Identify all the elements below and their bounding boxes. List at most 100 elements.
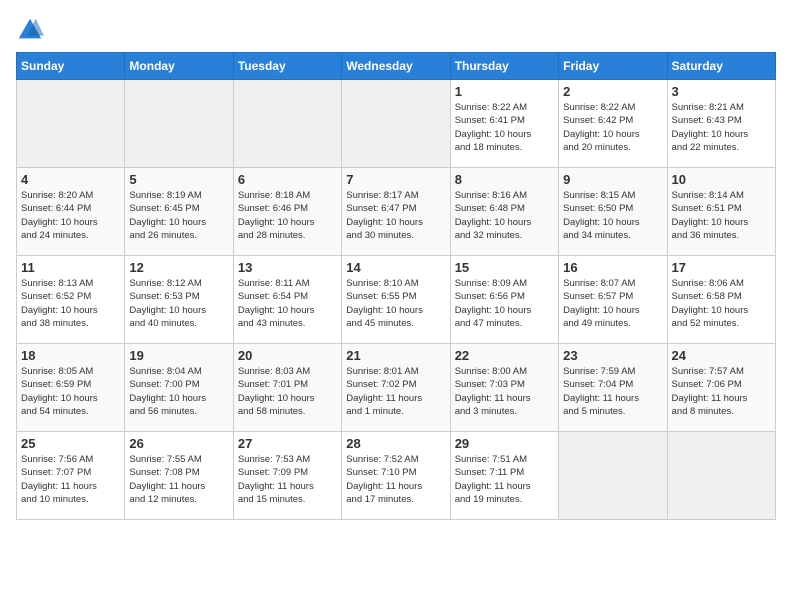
day-info: Sunrise: 8:15 AM Sunset: 6:50 PM Dayligh… <box>563 189 662 242</box>
day-cell: 29 Sunrise: 7:51 AM Sunset: 7:11 PM Dayli… <box>450 432 558 520</box>
day-number: 7 <box>346 172 445 187</box>
day-cell: 22 Sunrise: 8:00 AM Sunset: 7:03 PM Dayli… <box>450 344 558 432</box>
day-number: 23 <box>563 348 662 363</box>
day-number: 4 <box>21 172 120 187</box>
day-info: Sunrise: 8:21 AM Sunset: 6:43 PM Dayligh… <box>672 101 771 154</box>
day-number: 18 <box>21 348 120 363</box>
day-info: Sunrise: 8:01 AM Sunset: 7:02 PM Dayligh… <box>346 365 445 418</box>
day-cell <box>559 432 667 520</box>
calendar-header-row: SundayMondayTuesdayWednesdayThursdayFrid… <box>17 53 776 80</box>
day-cell: 2 Sunrise: 8:22 AM Sunset: 6:42 PM Daylig… <box>559 80 667 168</box>
day-cell: 13 Sunrise: 8:11 AM Sunset: 6:54 PM Dayli… <box>233 256 341 344</box>
day-info: Sunrise: 8:07 AM Sunset: 6:57 PM Dayligh… <box>563 277 662 330</box>
day-cell: 11Sunrise: 8:13 AM Sunset: 6:52 PM Dayli… <box>17 256 125 344</box>
day-cell: 18 Sunrise: 8:05 AM Sunset: 6:59 PM Dayli… <box>17 344 125 432</box>
day-cell: 28 Sunrise: 7:52 AM Sunset: 7:10 PM Dayli… <box>342 432 450 520</box>
day-info: Sunrise: 8:03 AM Sunset: 7:01 PM Dayligh… <box>238 365 337 418</box>
day-info: Sunrise: 8:10 AM Sunset: 6:55 PM Dayligh… <box>346 277 445 330</box>
week-row-3: 11Sunrise: 8:13 AM Sunset: 6:52 PM Dayli… <box>17 256 776 344</box>
day-cell: 20Sunrise: 8:03 AM Sunset: 7:01 PM Dayli… <box>233 344 341 432</box>
day-cell: 4 Sunrise: 8:20 AM Sunset: 6:44 PM Daylig… <box>17 168 125 256</box>
day-number: 8 <box>455 172 554 187</box>
day-info: Sunrise: 7:53 AM Sunset: 7:09 PM Dayligh… <box>238 453 337 506</box>
day-number: 5 <box>129 172 228 187</box>
day-cell: 9 Sunrise: 8:15 AM Sunset: 6:50 PM Daylig… <box>559 168 667 256</box>
day-number: 12 <box>129 260 228 275</box>
day-info: Sunrise: 8:16 AM Sunset: 6:48 PM Dayligh… <box>455 189 554 242</box>
day-info: Sunrise: 8:06 AM Sunset: 6:58 PM Dayligh… <box>672 277 771 330</box>
day-number: 27 <box>238 436 337 451</box>
day-number: 6 <box>238 172 337 187</box>
day-info: Sunrise: 7:55 AM Sunset: 7:08 PM Dayligh… <box>129 453 228 506</box>
day-info: Sunrise: 8:17 AM Sunset: 6:47 PM Dayligh… <box>346 189 445 242</box>
day-cell: 12 Sunrise: 8:12 AM Sunset: 6:53 PM Dayli… <box>125 256 233 344</box>
calendar-table: SundayMondayTuesdayWednesdayThursdayFrid… <box>16 52 776 520</box>
day-info: Sunrise: 7:52 AM Sunset: 7:10 PM Dayligh… <box>346 453 445 506</box>
day-info: Sunrise: 8:22 AM Sunset: 6:42 PM Dayligh… <box>563 101 662 154</box>
day-number: 26 <box>129 436 228 451</box>
logo <box>16 16 48 44</box>
day-number: 1 <box>455 84 554 99</box>
day-info: Sunrise: 7:51 AM Sunset: 7:11 PM Dayligh… <box>455 453 554 506</box>
day-number: 14 <box>346 260 445 275</box>
day-info: Sunrise: 8:18 AM Sunset: 6:46 PM Dayligh… <box>238 189 337 242</box>
day-info: Sunrise: 8:00 AM Sunset: 7:03 PM Dayligh… <box>455 365 554 418</box>
day-number: 15 <box>455 260 554 275</box>
day-info: Sunrise: 7:59 AM Sunset: 7:04 PM Dayligh… <box>563 365 662 418</box>
day-cell <box>342 80 450 168</box>
header-cell-wednesday: Wednesday <box>342 53 450 80</box>
day-info: Sunrise: 8:14 AM Sunset: 6:51 PM Dayligh… <box>672 189 771 242</box>
week-row-2: 4 Sunrise: 8:20 AM Sunset: 6:44 PM Daylig… <box>17 168 776 256</box>
day-cell: 3 Sunrise: 8:21 AM Sunset: 6:43 PM Daylig… <box>667 80 775 168</box>
day-number: 19 <box>129 348 228 363</box>
week-row-5: 25 Sunrise: 7:56 AM Sunset: 7:07 PM Dayli… <box>17 432 776 520</box>
day-number: 22 <box>455 348 554 363</box>
day-cell: 23 Sunrise: 7:59 AM Sunset: 7:04 PM Dayli… <box>559 344 667 432</box>
day-cell: 10 Sunrise: 8:14 AM Sunset: 6:51 PM Dayli… <box>667 168 775 256</box>
day-cell <box>17 80 125 168</box>
day-cell: 17 Sunrise: 8:06 AM Sunset: 6:58 PM Dayli… <box>667 256 775 344</box>
day-info: Sunrise: 8:22 AM Sunset: 6:41 PM Dayligh… <box>455 101 554 154</box>
day-info: Sunrise: 8:09 AM Sunset: 6:56 PM Dayligh… <box>455 277 554 330</box>
day-info: Sunrise: 8:04 AM Sunset: 7:00 PM Dayligh… <box>129 365 228 418</box>
day-cell: 14 Sunrise: 8:10 AM Sunset: 6:55 PM Dayli… <box>342 256 450 344</box>
day-number: 25 <box>21 436 120 451</box>
day-number: 3 <box>672 84 771 99</box>
day-cell: 16 Sunrise: 8:07 AM Sunset: 6:57 PM Dayli… <box>559 256 667 344</box>
day-number: 16 <box>563 260 662 275</box>
day-number: 9 <box>563 172 662 187</box>
day-number: 2 <box>563 84 662 99</box>
day-info: Sunrise: 8:11 AM Sunset: 6:54 PM Dayligh… <box>238 277 337 330</box>
header-cell-saturday: Saturday <box>667 53 775 80</box>
day-cell <box>233 80 341 168</box>
day-cell: 5Sunrise: 8:19 AM Sunset: 6:45 PM Daylig… <box>125 168 233 256</box>
day-number: 11 <box>21 260 120 275</box>
day-info: Sunrise: 8:20 AM Sunset: 6:44 PM Dayligh… <box>21 189 120 242</box>
header-cell-tuesday: Tuesday <box>233 53 341 80</box>
header-cell-sunday: Sunday <box>17 53 125 80</box>
day-cell: 8 Sunrise: 8:16 AM Sunset: 6:48 PM Daylig… <box>450 168 558 256</box>
day-cell <box>667 432 775 520</box>
day-number: 10 <box>672 172 771 187</box>
day-number: 13 <box>238 260 337 275</box>
week-row-4: 18 Sunrise: 8:05 AM Sunset: 6:59 PM Dayli… <box>17 344 776 432</box>
day-cell: 24Sunrise: 7:57 AM Sunset: 7:06 PM Dayli… <box>667 344 775 432</box>
day-number: 21 <box>346 348 445 363</box>
day-cell: 21 Sunrise: 8:01 AM Sunset: 7:02 PM Dayli… <box>342 344 450 432</box>
day-cell: 19 Sunrise: 8:04 AM Sunset: 7:00 PM Dayli… <box>125 344 233 432</box>
day-cell: 26 Sunrise: 7:55 AM Sunset: 7:08 PM Dayli… <box>125 432 233 520</box>
logo-icon <box>16 16 44 44</box>
header-cell-friday: Friday <box>559 53 667 80</box>
day-info: Sunrise: 8:12 AM Sunset: 6:53 PM Dayligh… <box>129 277 228 330</box>
week-row-1: 1 Sunrise: 8:22 AM Sunset: 6:41 PM Daylig… <box>17 80 776 168</box>
day-cell: 27 Sunrise: 7:53 AM Sunset: 7:09 PM Dayli… <box>233 432 341 520</box>
day-cell: 7 Sunrise: 8:17 AM Sunset: 6:47 PM Daylig… <box>342 168 450 256</box>
day-info: Sunrise: 7:56 AM Sunset: 7:07 PM Dayligh… <box>21 453 120 506</box>
day-number: 28 <box>346 436 445 451</box>
day-cell: 6 Sunrise: 8:18 AM Sunset: 6:46 PM Daylig… <box>233 168 341 256</box>
day-number: 17 <box>672 260 771 275</box>
day-number: 29 <box>455 436 554 451</box>
day-cell <box>125 80 233 168</box>
calendar-body: 1 Sunrise: 8:22 AM Sunset: 6:41 PM Daylig… <box>17 80 776 520</box>
day-info: Sunrise: 8:05 AM Sunset: 6:59 PM Dayligh… <box>21 365 120 418</box>
